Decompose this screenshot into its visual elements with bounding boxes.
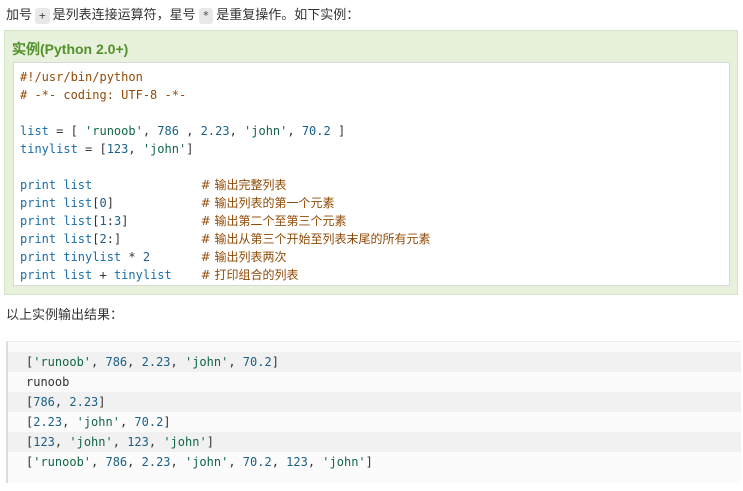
code-line: print tinylist * 2 # 输出列表两次 [20,250,287,264]
code-line: print list + tinylist # 打印组合的列表 [20,268,299,282]
code-line: # -*- coding: UTF-8 -*- [20,88,187,102]
plus-operator-code: + [35,8,50,24]
code-line: print list[0] # 输出列表的第一个元素 [20,196,335,210]
code-line: print list[1:3] # 输出第二个至第三个元素 [20,214,347,228]
code-line: #!/usr/bin/python [20,70,143,84]
code-line: tinylist = [123, 'john'] [20,142,194,156]
output-line: [786, 2.23] [8,392,741,412]
result-label: 以上实例输出结果： [6,308,124,323]
output-block[interactable]: ['runoob', 786, 2.23, 'john', 70.2] runoo… [6,341,741,483]
intro-part-1: 加号 [6,8,33,23]
output-line: [123, 'john', 123, 'john'] [8,432,741,452]
code-block[interactable]: #!/usr/bin/python # -*- coding: UTF-8 -*-… [13,62,730,286]
output-line: runoob [26,375,70,389]
star-operator-code: * [198,8,214,24]
code-line: print list # 输出完整列表 [20,178,287,192]
intro-text: 加号 + 是列表连接运算符，星号 * 是重复操作。如下实例： [6,6,359,26]
intro-part-3: 是重复操作。如下实例： [216,8,360,23]
output-line: ['runoob', 786, 2.23, 'john', 70.2, 123,… [26,455,373,469]
code-line: print list[2:] # 输出从第三个开始至列表末尾的所有元素 [20,232,431,246]
code-line: list = [ 'runoob', 786 , 2.23, 'john', 7… [20,124,346,138]
output-line: ['runoob', 786, 2.23, 'john', 70.2] [8,352,741,372]
example-title: 实例(Python 2.0+) [12,41,129,57]
example-panel: 实例(Python 2.0+) #!/usr/bin/python # -*- c… [4,30,738,295]
output-line: [2.23, 'john', 70.2] [26,415,171,429]
intro-part-2: 是列表连接运算符，星号 [52,8,196,23]
